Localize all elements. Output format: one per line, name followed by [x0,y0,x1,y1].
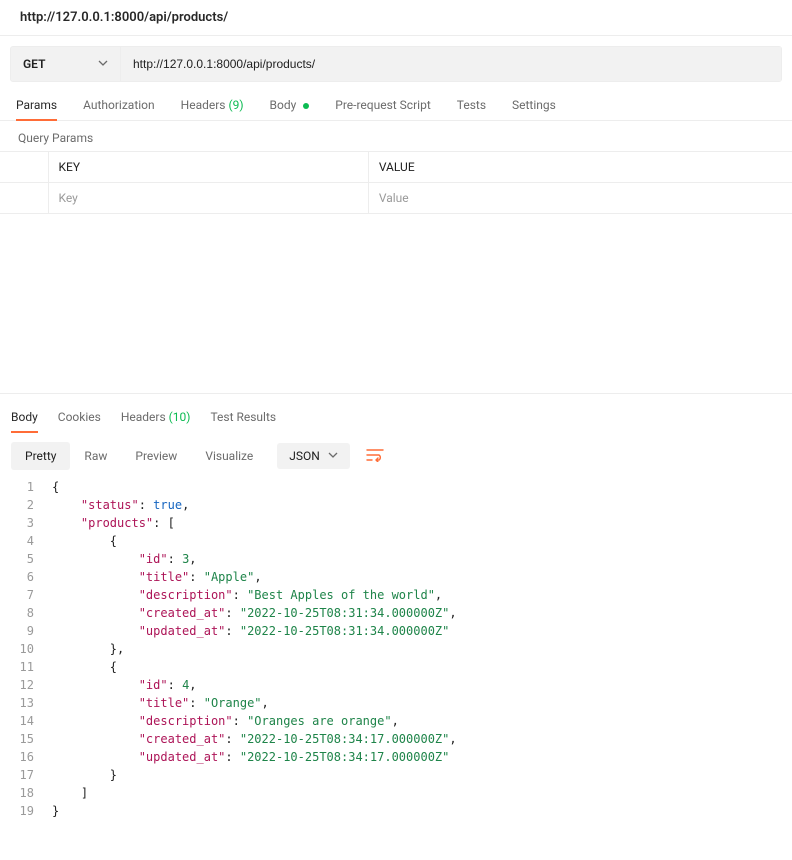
tab-settings[interactable]: Settings [512,92,556,120]
http-method-label: GET [23,57,45,71]
response-body[interactable]: 1{ 2 "status": true, 3 "products": [ 4 {… [0,470,792,828]
query-params-label: Query Params [0,121,792,151]
headers-count: (9) [228,98,243,112]
request-row: GET [10,46,782,82]
row-handle[interactable] [0,183,48,214]
resp-tab-body[interactable]: Body [11,404,38,432]
view-pretty[interactable]: Pretty [11,442,70,470]
tab-body[interactable]: Body [270,92,310,120]
chevron-down-icon [328,449,338,463]
url-input[interactable] [121,47,781,81]
resp-headers-label: Headers [121,410,166,424]
col-value: VALUE [368,152,792,183]
http-method-select[interactable]: GET [11,47,121,81]
tab-authorization[interactable]: Authorization [83,92,155,120]
value-cell[interactable]: Value [368,183,792,214]
view-mode-group: Pretty Raw Preview Visualize [11,442,267,470]
tab-params[interactable]: Params [16,92,57,120]
query-params-table: KEY VALUE Key Value [0,151,792,214]
key-cell[interactable]: Key [48,183,368,214]
wrap-icon [366,448,384,465]
view-visualize[interactable]: Visualize [191,442,267,470]
table-row[interactable]: Key Value [0,183,792,214]
request-tabs: Params Authorization Headers (9) Body Pr… [0,92,792,121]
tab-headers-label: Headers [181,98,226,112]
chevron-down-icon [98,57,108,71]
response-tabs: Body Cookies Headers (10) Test Results [0,404,792,432]
resp-headers-count: (10) [169,410,191,424]
format-label: JSON [289,449,320,463]
tab-tests[interactable]: Tests [457,92,486,120]
request-title-tab[interactable]: http://127.0.0.1:8000/api/products/ [0,0,792,36]
wrap-lines-button[interactable] [360,442,390,470]
view-preview[interactable]: Preview [121,442,191,470]
spacer [0,214,792,394]
col-key: KEY [48,152,368,183]
body-indicator-dot [303,103,309,109]
tab-body-label: Body [270,98,297,112]
resp-tab-headers[interactable]: Headers (10) [121,404,191,432]
view-raw[interactable]: Raw [70,442,121,470]
tab-headers[interactable]: Headers (9) [181,92,244,120]
resp-tab-testresults[interactable]: Test Results [210,404,276,432]
drag-handle-col [0,152,48,183]
tab-prerequest[interactable]: Pre-request Script [335,92,430,120]
response-toolbar: Pretty Raw Preview Visualize JSON [0,432,792,470]
resp-tab-cookies[interactable]: Cookies [58,404,101,432]
format-select[interactable]: JSON [277,443,350,469]
